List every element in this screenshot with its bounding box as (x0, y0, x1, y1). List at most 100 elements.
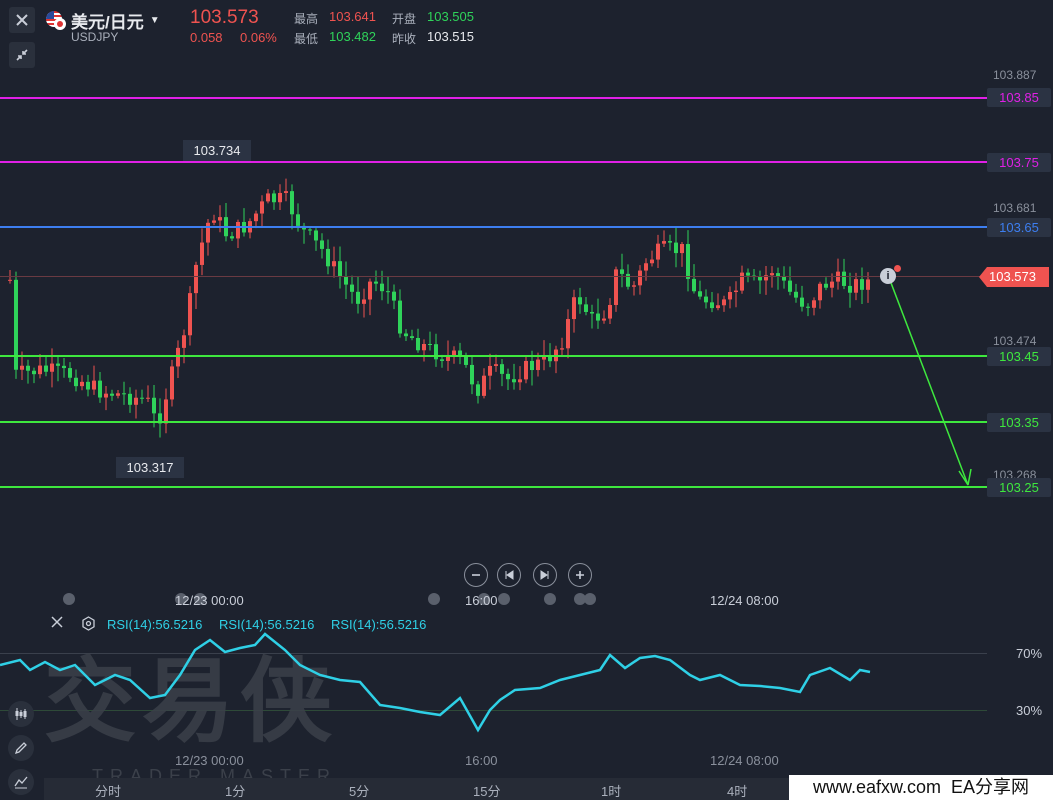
timeframe-tab[interactable]: 15分 (473, 781, 500, 800)
time-label: 16:00 (465, 593, 498, 608)
price-change-pct: 0.06% (240, 30, 277, 45)
candle-body (410, 336, 414, 338)
indicator-button[interactable] (8, 769, 34, 795)
candle-body (146, 397, 150, 399)
timeframe-tab[interactable]: 1分 (225, 781, 245, 800)
candle-body (686, 244, 690, 279)
event-dot[interactable] (498, 593, 510, 605)
candle-body (344, 276, 348, 285)
event-dot[interactable] (428, 593, 440, 605)
rsi-chart[interactable] (0, 620, 1053, 760)
low-label: 最低 (294, 32, 319, 46)
level-line-103-35[interactable] (0, 421, 987, 423)
minus-icon (472, 574, 480, 576)
footer-watermark: www.eafxw.com EA分享网 (789, 775, 1053, 800)
candle-body (386, 291, 390, 293)
candle-body (80, 381, 84, 387)
candle-body (284, 191, 288, 193)
level-line-103-65[interactable] (0, 226, 987, 228)
timeframe-tab[interactable]: 分时 (95, 781, 121, 800)
level-tag: 103.45 (987, 347, 1051, 366)
candle-body (308, 229, 312, 231)
high-label: 最高 (294, 12, 319, 26)
candles-icon (15, 708, 27, 720)
event-dot[interactable] (544, 593, 556, 605)
candle-body (74, 377, 78, 387)
candle-body (734, 290, 738, 293)
candle-body (152, 397, 156, 414)
prev-close-value: 103.515 (427, 29, 474, 44)
level-line-103-75[interactable] (0, 161, 987, 163)
rsi-time-label: 12/23 00:00 (175, 753, 244, 768)
candle-body (86, 381, 90, 390)
candle-body (290, 191, 294, 215)
level-line-103-45[interactable] (0, 355, 987, 357)
candle-body (176, 347, 180, 367)
open-value: 103.505 (427, 9, 474, 24)
trend-arrow[interactable] (880, 265, 980, 495)
pencil-icon (14, 742, 27, 755)
high-marker: 103.734 (183, 140, 251, 161)
candle-body (350, 284, 354, 292)
candle-body (668, 241, 672, 243)
candle-body (800, 297, 804, 307)
timeframe-tab[interactable]: 5分 (349, 781, 369, 800)
timeframe-tab[interactable]: 1时 (601, 781, 621, 800)
candle-body (644, 263, 648, 271)
candle-body (332, 261, 336, 267)
current-price-line (0, 276, 987, 277)
candle-body (218, 217, 222, 221)
level-tag: 103.35 (987, 413, 1051, 432)
candle-body (356, 291, 360, 304)
candle-type-button[interactable] (8, 701, 34, 727)
candle-body (506, 373, 510, 380)
indicator-icon (14, 776, 28, 789)
candle-body (278, 192, 282, 203)
level-line-103-85[interactable] (0, 97, 987, 99)
candle-body (824, 283, 828, 288)
skip-back-icon (505, 570, 514, 580)
candle-body (590, 311, 594, 314)
skip-forward-icon (540, 570, 549, 580)
zoom-out-button[interactable] (464, 563, 488, 587)
candle-body (68, 368, 72, 378)
candle-body (662, 241, 666, 244)
candle-body (788, 280, 792, 292)
candle-body (140, 397, 144, 399)
candle-body (428, 344, 432, 346)
candle-body (782, 276, 786, 281)
close-button[interactable] (9, 7, 35, 33)
candle-body (536, 359, 540, 371)
candle-body (500, 364, 504, 374)
draw-tool-button[interactable] (8, 735, 34, 761)
candle-body (860, 279, 864, 290)
scroll-start-button[interactable] (497, 563, 521, 587)
candle-body (620, 269, 624, 274)
candle-body (518, 379, 522, 383)
candle-body (260, 201, 264, 214)
candle-body (488, 365, 492, 376)
current-price-text: 103.573 (989, 269, 1036, 284)
candle-body (164, 399, 168, 424)
candle-body (584, 304, 588, 312)
event-dot[interactable] (63, 593, 75, 605)
candle-body (212, 220, 216, 223)
level-line-103-25[interactable] (0, 486, 987, 488)
rsi-time-label: 12/24 08:00 (710, 753, 779, 768)
candle-body (440, 359, 444, 361)
candle-body (38, 365, 42, 375)
candle-body (434, 344, 438, 360)
timeframe-tab[interactable]: 4时 (727, 781, 747, 800)
event-dot[interactable] (584, 593, 596, 605)
candle-body (758, 277, 762, 281)
candle-body (842, 271, 846, 286)
zoom-in-button[interactable] (568, 563, 592, 587)
rsi-time-label: 16:00 (465, 753, 498, 768)
alert-dot[interactable] (894, 265, 901, 272)
candle-body (470, 364, 474, 385)
candle-body (830, 281, 834, 288)
candle-body (62, 365, 66, 369)
candle-body (596, 313, 600, 321)
level-tag: 103.75 (987, 153, 1051, 172)
scroll-end-button[interactable] (533, 563, 557, 587)
